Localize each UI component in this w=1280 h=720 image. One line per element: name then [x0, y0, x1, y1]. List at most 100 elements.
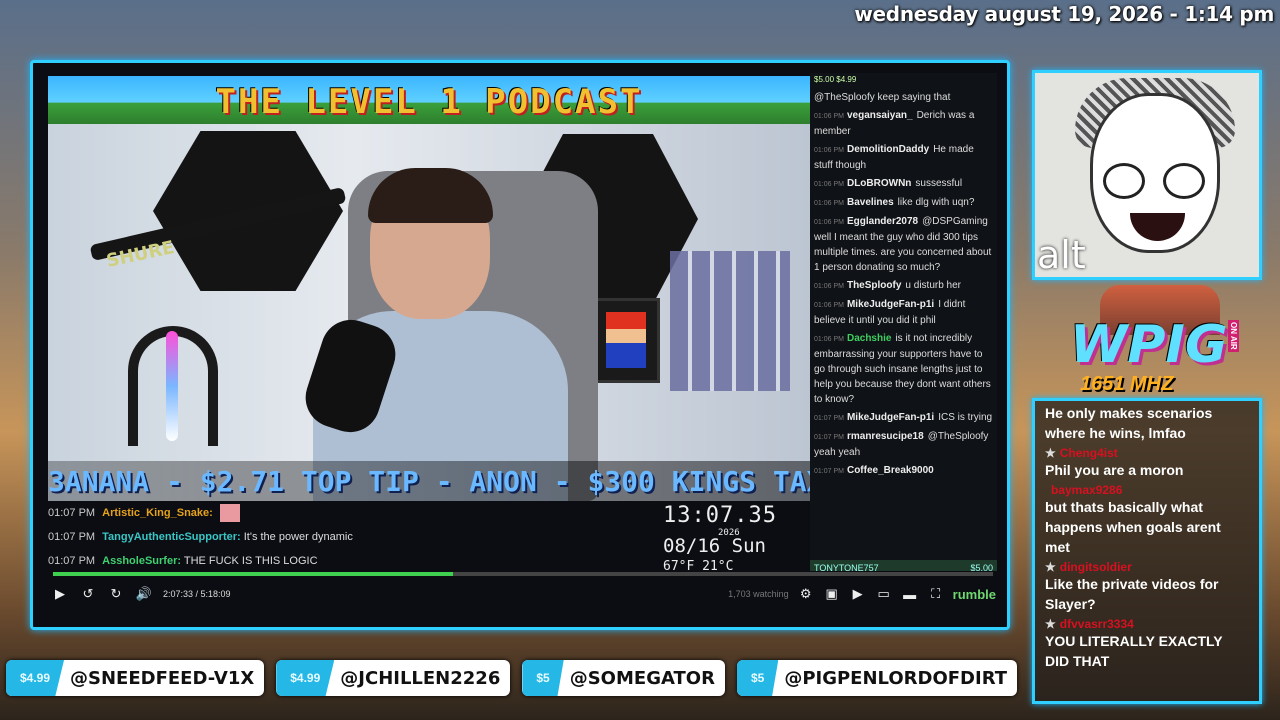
chat-user[interactable]: DemolitionDaddy — [847, 144, 929, 155]
chat-time: 01:07 PM — [48, 555, 96, 567]
chat-user[interactable]: Egglander2078 — [847, 216, 918, 227]
chat-time: 01:07 PM — [48, 507, 96, 519]
chat-time: 01:06 PM — [814, 283, 844, 290]
donation-item: $4.99 @JCHILLEN2226 — [276, 660, 511, 696]
overlay-chat: 01:07 PM Artistic_King_Snake: 01:07 PM T… — [48, 501, 648, 591]
clock-date: 08/16 Sun — [663, 535, 766, 557]
play-next-icon[interactable]: ▶ — [849, 585, 867, 603]
chat-user[interactable]: Dachshie — [847, 333, 891, 344]
chat-user[interactable]: rmanresucipe18 — [847, 431, 924, 442]
volume-icon[interactable]: 🔊 — [135, 585, 153, 603]
player-right-controls: 1,703 watching ⚙ ▣ ▶ ▭ ▬ ⛶ rumble — [728, 585, 996, 603]
donation-item: $5 @PIGPENLORDOFDIRT — [736, 660, 1018, 696]
fullscreen-icon[interactable]: ⛶ — [927, 585, 945, 603]
chat-user[interactable]: Bavelines — [847, 197, 894, 208]
star-icon: ★ — [1045, 560, 1056, 574]
chat-user[interactable]: Coffee_Break9000 — [847, 465, 934, 476]
settings-icon[interactable]: ⚙ — [797, 585, 815, 603]
chat-text: @TheSploofy keep saying that — [814, 92, 951, 103]
chat-time: 01:06 PM — [814, 200, 844, 207]
captions-icon[interactable]: ▣ — [823, 585, 841, 603]
donation-amount: $4.99 — [276, 660, 335, 696]
play-icon[interactable]: ▶ — [51, 585, 69, 603]
side-chat-message: 01:06 PM Bavelines like dlg with uqn? — [814, 195, 993, 211]
highlight-text: but thats basically what happens when go… — [1045, 499, 1221, 555]
player-controls: ▶ ↺ ↻ 🔊 2:07:33 / 5:18:09 1,703 watching… — [51, 581, 996, 607]
rumble-logo[interactable]: rumble — [953, 587, 996, 602]
stream-clock: 13:07.35 2026 08/16 Sun 67°F 21°C — [663, 503, 803, 574]
overlay-chat-line: 01:07 PM Artistic_King_Snake: — [48, 501, 648, 525]
card-shelf — [670, 251, 790, 391]
donation-bar: $4.99 @SNEEDFEED-V1X $4.99 @JCHILLEN2226… — [0, 660, 1030, 696]
logo-frequency: 1651 MHZ — [1080, 373, 1174, 395]
side-chat-message: 01:06 PM vegansaiyan_ Derich was a member — [814, 108, 993, 139]
chat-time: 01:06 PM — [814, 302, 844, 309]
tip-amount: $5.00 — [970, 563, 993, 571]
side-chat-message: 01:07 PM MikeJudgeFan-p1i ICS is trying — [814, 410, 993, 426]
forward-icon[interactable]: ↻ — [107, 585, 125, 603]
chat-tips-bar: $5.00 $4.99 — [814, 75, 857, 84]
star-icon: ★ — [1045, 617, 1056, 631]
miniplayer-icon[interactable]: ▭ — [875, 585, 893, 603]
chat-text: THE FUCK IS THIS LOGIC — [183, 555, 318, 567]
chat-user[interactable]: MikeJudgeFan-p1i — [847, 412, 934, 423]
chat-user[interactable]: MikeJudgeFan-p1i — [847, 299, 934, 310]
chat-user: TangyAuthenticSupporter: — [102, 531, 241, 543]
banner-title: THE LEVEL 1 PODCAST — [215, 82, 643, 122]
chat-time: 01:06 PM — [814, 147, 844, 154]
highlight-user: ★ dfvvasrr3334 — [1045, 617, 1134, 631]
chat-text: u disturb her — [905, 280, 962, 291]
chat-text: like dlg with uqn? — [897, 197, 975, 208]
highlight-text: Phil you are a moron — [1045, 462, 1184, 478]
side-chat-message: 01:07 PM rmanresucipe18 @TheSploofy yeah y… — [814, 429, 993, 460]
viewer-count: 1,703 watching — [728, 589, 789, 599]
chat-time: 01:07 PM — [814, 434, 844, 441]
star-icon: ★ — [1045, 446, 1056, 460]
on-air-badge: ON AIR — [1228, 320, 1239, 352]
chat-time: 01:06 PM — [814, 219, 844, 226]
highlight-user: baymax9286 — [1051, 483, 1123, 497]
highlight-text: He only makes scenarios where he wins, l… — [1045, 405, 1213, 441]
chat-time: 01:06 PM — [814, 181, 844, 188]
donation-amount: $5 — [522, 660, 564, 696]
donation-item: $4.99 @SNEEDFEED-V1X — [6, 660, 265, 696]
side-chat-message: @TheSploofy keep saying that — [814, 90, 993, 105]
donation-amount: $5 — [736, 660, 779, 696]
chat-text: ICS is trying — [938, 412, 993, 423]
highlight-text: YOU LITERALLY EXACTLY DID THAT — [1045, 633, 1223, 669]
chat-user[interactable]: vegansaiyan_ — [847, 110, 913, 121]
chat-user[interactable]: DLoBROWNn — [847, 178, 911, 189]
emote-icon — [219, 504, 240, 523]
highlight-chat-panel: He only makes scenarios where he wins, l… — [1032, 398, 1262, 704]
theater-icon[interactable]: ▬ — [901, 585, 919, 603]
side-chat-list: @TheSploofy keep saying that 01:06 PM vega… — [814, 90, 993, 479]
highlight-user: ★ dingitsoldier — [1045, 560, 1132, 574]
date-time-display: wednesday august 19, 2026 - 1:14 pm — [854, 2, 1274, 26]
chat-user[interactable]: TheSploofy — [847, 280, 901, 291]
donation-amount: $4.99 — [6, 660, 65, 696]
chat-text: It's the power dynamic — [243, 531, 353, 543]
time-display: 2:07:33 / 5:18:09 — [163, 589, 231, 599]
chat-user: Artistic_King_Snake: — [102, 507, 213, 519]
chat-time: 01:07 PM — [814, 468, 844, 475]
glasses-icon — [1103, 163, 1145, 199]
chat-text: is it not incredibly embarrassing your s… — [814, 333, 991, 405]
overlay-chat-line: 01:07 PM AssholeSurfer: THE FUCK IS THIS… — [48, 549, 648, 573]
rewind-icon[interactable]: ↺ — [79, 585, 97, 603]
side-chat-message: 01:06 PM Dachshie is it not incredibly emb… — [814, 331, 993, 407]
donation-name: @SNEEDFEED-V1X — [70, 667, 255, 689]
chat-tip-footer: TONYTONE757 $5.00 — [810, 560, 997, 571]
podcast-banner: THE LEVEL 1 PODCAST — [48, 76, 810, 124]
seek-bar[interactable] — [53, 572, 993, 576]
chat-text: sussessful — [915, 178, 963, 189]
alt-label: alt — [1037, 233, 1086, 277]
chat-time: 01:07 PM — [814, 415, 844, 422]
side-chat-message: 01:06 PM DemolitionDaddy He made stuff tho… — [814, 142, 993, 173]
tip-user: TONYTONE757 — [814, 563, 879, 571]
donation-name: @PIGPENLORDOFDIRT — [784, 667, 1008, 689]
highlight-text: Like the private videos for Slayer? — [1045, 576, 1219, 612]
donation-item: $5 @SOMEGATOR — [522, 660, 725, 696]
rgb-light — [166, 331, 178, 441]
chat-user: AssholeSurfer: — [102, 555, 182, 567]
video-feed[interactable]: SHURE THE LEVEL 1 PODCAST 3ANANA - $2.71… — [48, 76, 810, 501]
